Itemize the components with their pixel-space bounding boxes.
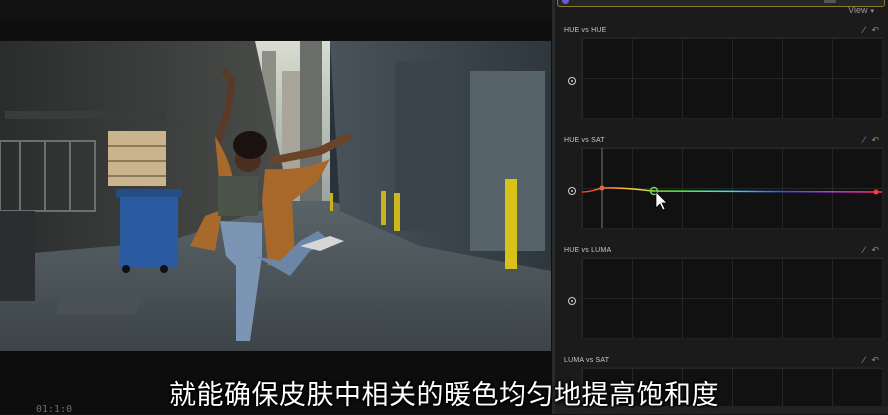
curve-graph[interactable]: [581, 37, 883, 119]
view-menu-label: View: [848, 5, 868, 15]
eyedropper-icon[interactable]: ⁄: [863, 136, 865, 146]
color-board-icon: [562, 0, 569, 4]
reset-dot-icon[interactable]: [568, 297, 576, 305]
curve-tools: ⁄ ↶: [856, 356, 879, 366]
sat-curve-line: [582, 187, 882, 193]
inspector-header[interactable]: [557, 0, 885, 7]
header-toggle[interactable]: [824, 0, 836, 3]
viewer-top-bar: [0, 0, 552, 18]
view-menu[interactable]: View ▾: [848, 5, 874, 15]
video-still: [0, 41, 551, 351]
subtitle-caption: 就能确保皮肤中相关的暖色均匀地提高饱和度: [169, 380, 719, 411]
video-viewer: 01:1:0: [0, 0, 552, 415]
reset-arrow-icon[interactable]: ↶: [871, 356, 879, 366]
curve-title: HUE vs HUE: [564, 27, 607, 34]
eyedropper-icon[interactable]: ⁄: [863, 356, 865, 366]
curve-tools: ⁄ ↶: [856, 246, 879, 256]
video-frame: [0, 41, 551, 351]
reset-dot-icon[interactable]: [568, 187, 576, 195]
reset-arrow-icon[interactable]: ↶: [871, 246, 879, 256]
curve-graph[interactable]: [581, 257, 883, 339]
reset-dot-icon[interactable]: [568, 77, 576, 85]
curve-graph[interactable]: [581, 147, 883, 229]
eyedropper-icon[interactable]: ⁄: [863, 26, 865, 36]
eyedropper-icon[interactable]: ⁄: [863, 246, 865, 256]
curve-title: HUE vs LUMA: [564, 247, 612, 254]
control-point-end: [873, 189, 879, 195]
reset-arrow-icon[interactable]: ↶: [871, 26, 879, 36]
curve-tools: ⁄ ↶: [856, 26, 879, 36]
color-inspector: View ▾ HUE vs HUE ⁄ ↶ HUE vs SAT ⁄ ↶ HUE…: [555, 0, 888, 414]
control-point: [599, 185, 605, 191]
reset-arrow-icon[interactable]: ↶: [871, 136, 879, 146]
curve-tools: ⁄ ↶: [856, 136, 879, 146]
chevron-down-icon: ▾: [870, 8, 874, 15]
curve-title: LUMA vs SAT: [564, 357, 610, 364]
curve-title: HUE vs SAT: [564, 137, 605, 144]
mouse-cursor-icon: [655, 191, 668, 211]
